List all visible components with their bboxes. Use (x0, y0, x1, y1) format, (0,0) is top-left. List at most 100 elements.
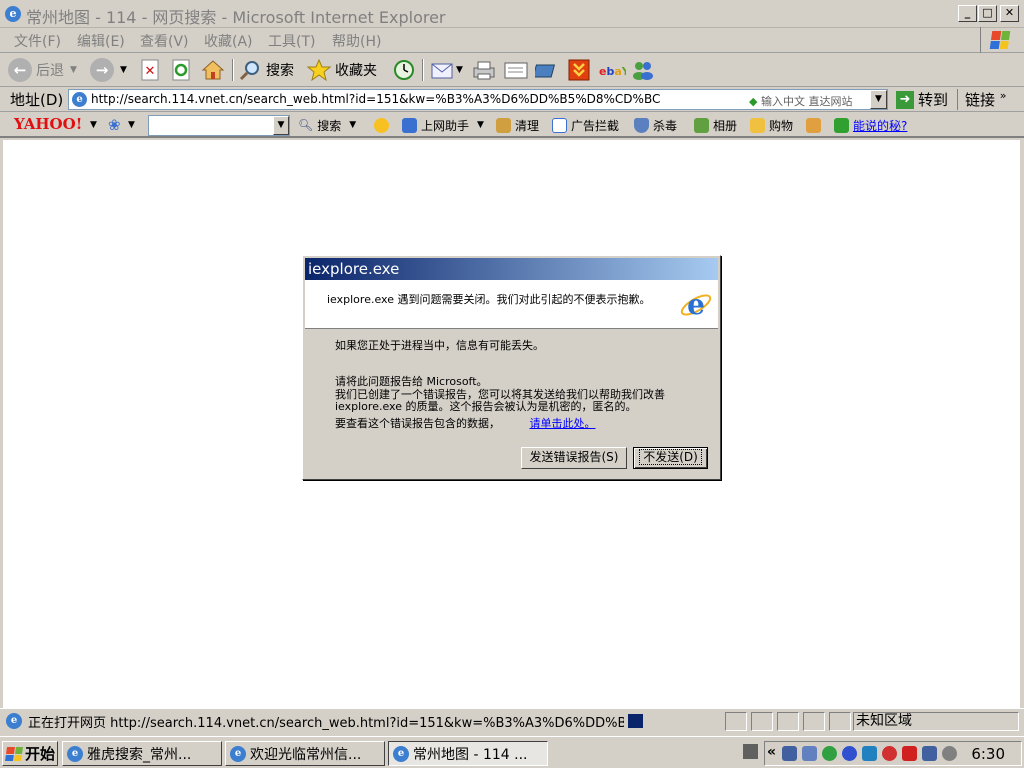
menu-view[interactable]: 查看(V) (140, 31, 189, 51)
address-hint: ◆ 输入中文 直达网站 (749, 93, 852, 109)
links-button[interactable]: 链接 » (957, 89, 1007, 110)
back-button[interactable]: ← 后退 ▼ (8, 57, 77, 83)
shield-icon (634, 117, 649, 133)
start-button[interactable]: 开始 (2, 741, 58, 766)
network-disconnected-icon[interactable] (922, 746, 937, 761)
dont-send-button[interactable]: 不发送(D) (633, 447, 708, 469)
taskbar-item-yahoo-search[interactable]: e 雅虎搜索_常州... (62, 741, 222, 766)
ie-task-icon: e (230, 745, 246, 762)
search-button[interactable]: 搜索 (238, 57, 294, 83)
menu-edit[interactable]: 编辑(E) (77, 31, 125, 51)
mail-button[interactable]: ▼ (430, 57, 463, 83)
menu-tools[interactable]: 工具(T) (268, 31, 315, 51)
ie-task-icon: e (67, 745, 83, 762)
yahoo-search-label: 搜索 (317, 118, 342, 133)
search-icon (239, 61, 259, 81)
yahoo-menu-dropdown-icon[interactable]: ▼ (90, 116, 97, 134)
send-report-button[interactable]: 发送错误报告(S) (521, 447, 627, 469)
favorites-button[interactable]: 收藏夹 (307, 57, 377, 83)
clean-button[interactable]: 清理 (496, 116, 539, 134)
edit-button[interactable] (503, 57, 529, 83)
maximize-button[interactable]: □ (978, 5, 997, 22)
refresh-icon (172, 59, 190, 81)
print-button[interactable] (471, 57, 497, 83)
minimize-button[interactable]: _ (958, 5, 977, 22)
windows-logo (980, 27, 1020, 53)
clean-label: 清理 (515, 118, 540, 133)
network-icon[interactable] (782, 746, 797, 761)
smiley-icon[interactable] (374, 116, 393, 134)
home-icon (201, 60, 225, 80)
windows-start-icon (5, 746, 23, 761)
keyboard-icon[interactable] (743, 744, 758, 759)
taskbar-item-changzhou-map[interactable]: e 常州地图 - 114 ... (388, 741, 548, 766)
window-title: 常州地图 - 114 - 网页搜索 - Microsoft Internet E… (26, 8, 446, 27)
yahoo-search-input[interactable]: ▼ (148, 115, 290, 136)
clock[interactable]: 6:30 (971, 745, 1005, 763)
favorites-label: 收藏夹 (335, 63, 377, 79)
status-cell (829, 712, 851, 731)
forward-button[interactable]: → ▼ (90, 57, 127, 83)
antivirus-button[interactable]: 杀毒 (634, 116, 677, 134)
yahoo-search-dropdown-icon[interactable]: ▼ (273, 116, 289, 135)
view-report-link[interactable]: 请单击此处。 (530, 417, 596, 430)
stop-button[interactable]: ✕ (139, 57, 161, 83)
taskbar-item-welcome[interactable]: e 欢迎光临常州信... (225, 741, 385, 766)
album-button[interactable]: 相册 (694, 116, 737, 134)
address-url[interactable]: http://search.114.vnet.cn/search_web.htm… (91, 92, 660, 106)
menu-file[interactable]: 文件(F) (14, 31, 61, 51)
close-button[interactable]: ✕ (1000, 5, 1019, 22)
mail-dropdown-icon[interactable]: ▼ (456, 65, 463, 75)
helper-dropdown-icon[interactable]: ▼ (477, 120, 484, 130)
ebay-button[interactable]: ebaY (598, 57, 626, 83)
ie-icon[interactable]: e (5, 6, 21, 22)
calculator-icon[interactable] (806, 116, 825, 134)
messenger-icon (633, 62, 653, 80)
svg-text:e: e (687, 288, 705, 321)
flower-icon[interactable]: ❀ (108, 116, 121, 134)
menu-favorites[interactable]: 收藏(A) (204, 31, 253, 51)
magnifier-icon: 🔍︎ (298, 118, 314, 132)
loading-page-icon: e (6, 713, 22, 729)
messenger-button[interactable] (630, 57, 656, 83)
update-icon[interactable] (822, 746, 837, 761)
tray-expand-icon[interactable]: « (767, 744, 776, 760)
back-dropdown-icon[interactable]: ▼ (70, 65, 77, 75)
wireless-off-icon[interactable] (882, 746, 897, 761)
browser-helper-button[interactable]: 上网助手 ▼ (402, 116, 484, 134)
svg-text:✕: ✕ (145, 64, 156, 79)
yahoo-search-button[interactable]: 🔍︎ 搜索 ▼ (298, 116, 356, 134)
go-arrow-icon: ➜ (896, 90, 914, 109)
alert-icon[interactable] (902, 746, 917, 761)
status-text: 正在打开网页 http://search.114.vnet.cn/search_… (28, 716, 624, 731)
forward-dropdown-icon[interactable]: ▼ (120, 65, 127, 75)
connection-icon[interactable] (862, 746, 877, 761)
monitor-icon[interactable] (802, 746, 817, 761)
history-button[interactable] (392, 57, 416, 83)
volume-icon[interactable] (942, 746, 957, 761)
page-icon: e (72, 92, 87, 107)
internet-explorer-icon: e (680, 288, 712, 321)
discuss-button[interactable] (535, 57, 561, 83)
refresh-button[interactable] (170, 57, 192, 83)
stop-icon: ✕ (141, 59, 159, 81)
links-label: 链接 (965, 91, 996, 109)
address-dropdown-icon[interactable]: ▼ (870, 90, 887, 109)
ad-block-button[interactable]: 广告拦截 (552, 116, 619, 134)
download-button[interactable] (567, 57, 591, 83)
address-input[interactable]: e http://search.114.vnet.cn/search_web.h… (68, 89, 888, 110)
flower-dropdown-icon[interactable]: ▼ (128, 116, 135, 134)
menu-bar: 文件(F) 编辑(E) 查看(V) 收藏(A) 工具(T) 帮助(H) (0, 28, 1024, 53)
home-button[interactable] (201, 57, 225, 83)
printer-icon (473, 61, 495, 80)
security-tray-icon[interactable] (842, 746, 857, 761)
yahoo-search-dropdown-arrow-icon[interactable]: ▼ (349, 120, 356, 130)
shopping-button[interactable]: 购物 (750, 116, 793, 134)
menu-help[interactable]: 帮助(H) (332, 31, 381, 51)
album-label: 相册 (713, 118, 738, 133)
promo-link[interactable]: 能说的秘? (834, 116, 907, 134)
go-button[interactable]: ➜ 转到 (896, 89, 948, 110)
links-chevron-icon[interactable]: » (1000, 89, 1007, 102)
yahoo-logo[interactable]: YAHOO! (14, 115, 82, 133)
promo-label[interactable]: 能说的秘? (853, 117, 907, 134)
